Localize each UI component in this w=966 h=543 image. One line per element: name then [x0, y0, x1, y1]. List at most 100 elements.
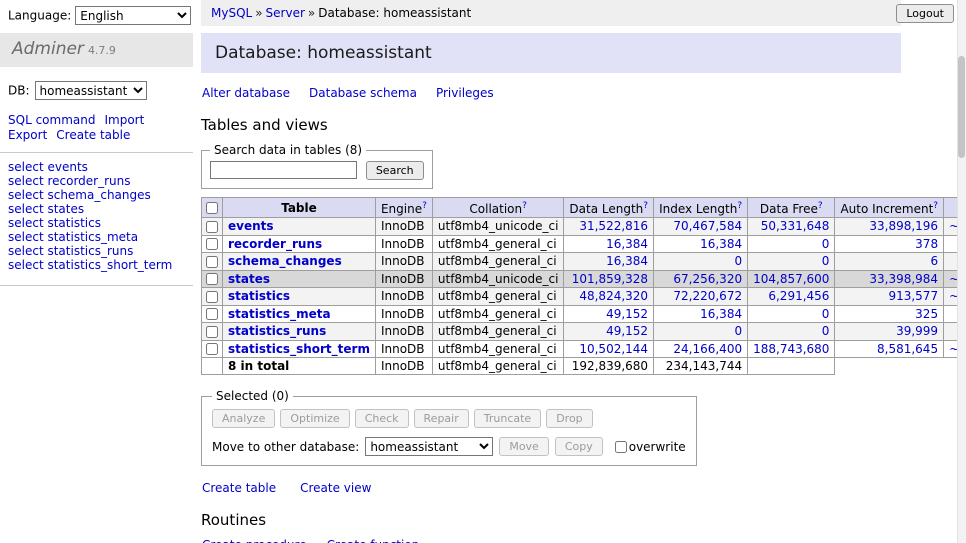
routines-title: Routines: [201, 511, 901, 529]
table-row-statistics: statistics InnoDB utf8mb4_general_ci 48,…: [202, 288, 966, 306]
help-link[interactable]: ?: [737, 201, 742, 211]
optimize-button[interactable]: Optimize: [280, 409, 349, 428]
table-name-link[interactable]: states: [228, 272, 270, 286]
table-row-statistics-short-term: statistics_short_term InnoDB utf8mb4_gen…: [202, 340, 966, 358]
table-name-link[interactable]: statistics_meta: [228, 307, 331, 321]
row-checkbox[interactable]: [206, 238, 218, 250]
logout-button[interactable]: Logout: [896, 4, 954, 23]
auto-increment-link[interactable]: 6: [930, 254, 938, 268]
index-length-link[interactable]: 0: [734, 324, 742, 338]
auto-increment-link[interactable]: 378: [915, 237, 938, 251]
row-checkbox[interactable]: [206, 326, 218, 338]
help-link[interactable]: ?: [933, 201, 938, 211]
language-select[interactable]: English: [75, 6, 191, 25]
index-length-link[interactable]: 24,166,400: [673, 342, 742, 356]
sidebar-select-statistics-runs-link[interactable]: select statistics_runs: [8, 244, 133, 258]
database-schema-link[interactable]: Database schema: [309, 86, 417, 100]
table-name-link[interactable]: statistics: [228, 289, 290, 303]
data-free-link[interactable]: 50,331,648: [761, 219, 830, 233]
data-length-link[interactable]: 10,502,144: [579, 342, 648, 356]
create-links-row: Create table Create view: [202, 481, 901, 495]
data-free-link[interactable]: 0: [822, 254, 830, 268]
data-length-link[interactable]: 16,384: [606, 237, 648, 251]
index-length-link[interactable]: 72,220,672: [673, 289, 742, 303]
data-free-link[interactable]: 0: [822, 324, 830, 338]
sidebar-select-statistics-link[interactable]: select statistics: [8, 216, 101, 230]
select-all-checkbox[interactable]: [206, 202, 218, 214]
auto-increment-link[interactable]: 33,898,196: [869, 219, 938, 233]
copy-button[interactable]: Copy: [555, 437, 603, 456]
db-select[interactable]: homeassistant: [35, 81, 147, 100]
data-free-link[interactable]: 188,743,680: [753, 342, 829, 356]
analyze-button[interactable]: Analyze: [212, 409, 275, 428]
help-link[interactable]: ?: [422, 201, 427, 211]
table-name-link[interactable]: recorder_runs: [228, 237, 322, 251]
create-table-link[interactable]: Create table: [202, 481, 276, 495]
breadcrumb-server-link[interactable]: Server: [266, 6, 305, 20]
row-checkbox[interactable]: [206, 343, 218, 355]
data-free-link[interactable]: 104,857,600: [753, 272, 829, 286]
data-length-link[interactable]: 101,859,328: [572, 272, 648, 286]
repair-button[interactable]: Repair: [414, 409, 469, 428]
table-name-link[interactable]: events: [228, 219, 274, 233]
sidebar-import-link[interactable]: Import: [104, 113, 144, 127]
check-button[interactable]: Check: [355, 409, 409, 428]
sidebar-select-statistics-short-term-link[interactable]: select statistics_short_term: [8, 258, 172, 272]
sidebar-select-states-link[interactable]: select states: [8, 202, 84, 216]
table-header-row: Table Engine? Collation? Data Length? In…: [202, 198, 966, 218]
auto-increment-link[interactable]: 913,577: [888, 289, 938, 303]
data-length-link[interactable]: 16,384: [606, 254, 648, 268]
auto-increment-link[interactable]: 325: [915, 307, 938, 321]
sidebar-create-table-link[interactable]: Create table: [56, 128, 130, 142]
data-length-link[interactable]: 31,522,816: [579, 219, 648, 233]
overwrite-checkbox[interactable]: [615, 441, 627, 453]
sidebar-export-link[interactable]: Export: [8, 128, 47, 142]
breadcrumb-mysql-link[interactable]: MySQL: [211, 6, 252, 20]
auto-increment-link[interactable]: 8,581,645: [877, 342, 938, 356]
create-view-link[interactable]: Create view: [300, 481, 371, 495]
auto-increment-link[interactable]: 33,398,984: [869, 272, 938, 286]
row-checkbox[interactable]: [206, 308, 218, 320]
scrollbar-track[interactable]: [957, 0, 966, 543]
move-database-select[interactable]: homeassistant: [365, 437, 493, 456]
alter-database-link[interactable]: Alter database: [202, 86, 290, 100]
row-checkbox[interactable]: [206, 291, 218, 303]
sidebar-select-schema-changes-link[interactable]: select schema_changes: [8, 188, 151, 202]
data-free-link[interactable]: 6,291,456: [768, 289, 829, 303]
index-length-link[interactable]: 16,384: [700, 307, 742, 321]
move-button[interactable]: Move: [499, 437, 549, 456]
index-length-cell: 0: [654, 323, 748, 341]
auto-increment-link[interactable]: 39,999: [896, 324, 938, 338]
row-checkbox[interactable]: [206, 221, 218, 233]
sidebar-select-recorder-runs-link[interactable]: select recorder_runs: [8, 174, 131, 188]
index-length-link[interactable]: 67,256,320: [673, 272, 742, 286]
create-function-link[interactable]: Create function: [327, 538, 420, 543]
data-free-link[interactable]: 0: [822, 307, 830, 321]
data-length-link[interactable]: 49,152: [606, 324, 648, 338]
truncate-button[interactable]: Truncate: [474, 409, 541, 428]
search-input[interactable]: [210, 161, 357, 179]
sidebar-select-events-link[interactable]: select events: [8, 160, 88, 174]
help-link[interactable]: ?: [818, 201, 823, 211]
sidebar-sql-command-link[interactable]: SQL command: [8, 113, 95, 127]
help-link[interactable]: ?: [643, 201, 648, 211]
scrollbar-thumb[interactable]: [958, 56, 965, 158]
data-length-link[interactable]: 49,152: [606, 307, 648, 321]
row-checkbox[interactable]: [206, 273, 218, 285]
sidebar-select-statistics-meta-link[interactable]: select statistics_meta: [8, 230, 138, 244]
table-name-link[interactable]: statistics_runs: [228, 324, 326, 338]
data-length-link[interactable]: 48,824,320: [579, 289, 648, 303]
table-name-link[interactable]: statistics_short_term: [228, 342, 370, 356]
search-button[interactable]: Search: [366, 161, 424, 180]
help-link[interactable]: ?: [522, 201, 527, 211]
index-length-link[interactable]: 0: [734, 254, 742, 268]
index-length-link[interactable]: 16,384: [700, 237, 742, 251]
adminer-logo-link[interactable]: Adminer: [12, 39, 84, 59]
table-name-link[interactable]: schema_changes: [228, 254, 342, 268]
drop-button[interactable]: Drop: [546, 409, 592, 428]
index-length-link[interactable]: 70,467,584: [673, 219, 742, 233]
create-procedure-link[interactable]: Create procedure: [202, 538, 307, 543]
row-checkbox[interactable]: [206, 256, 218, 268]
privileges-link[interactable]: Privileges: [436, 86, 494, 100]
data-free-link[interactable]: 0: [822, 237, 830, 251]
